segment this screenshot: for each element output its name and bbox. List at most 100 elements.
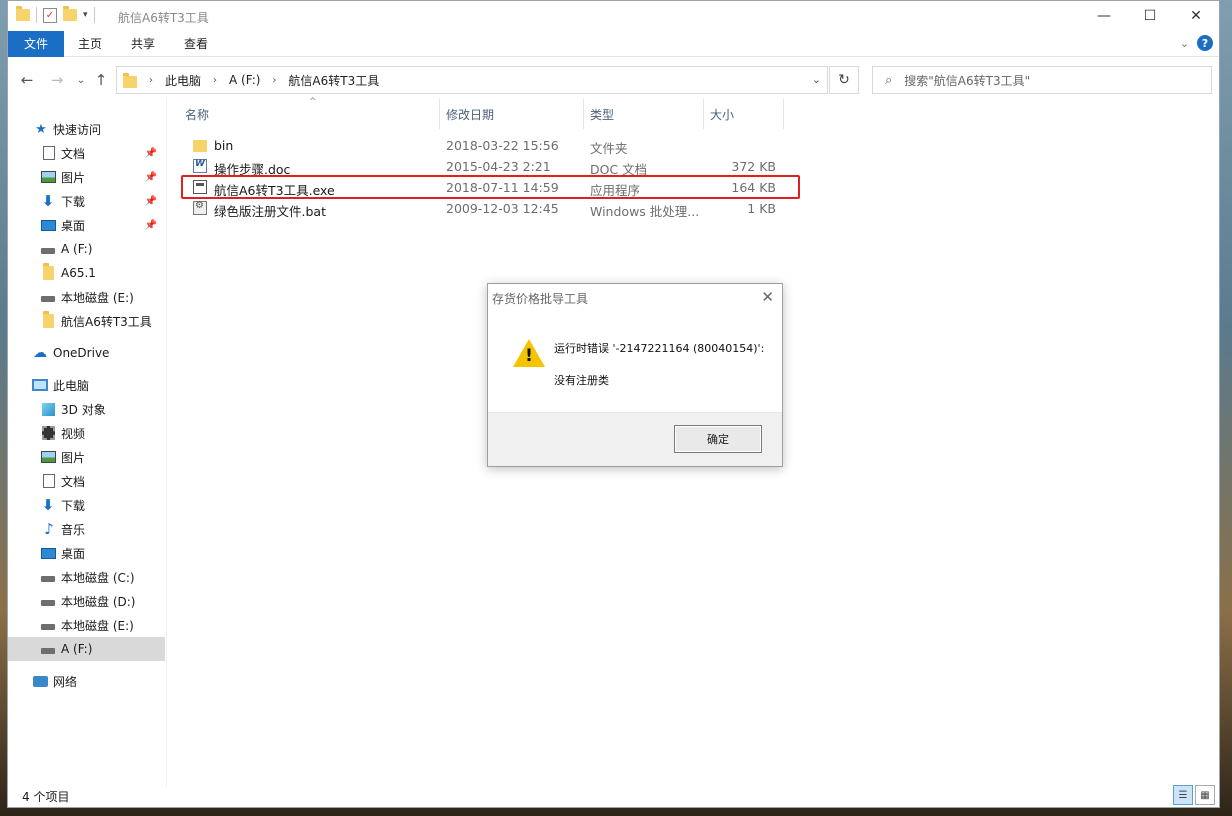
drive-icon	[41, 624, 55, 630]
sidebar-item-label: 视频	[61, 426, 86, 441]
ribbon: 文件 主页 共享 查看 ⌄ ?	[8, 31, 1219, 57]
chevron-right-icon[interactable]: ›	[213, 75, 217, 86]
breadcrumb-this-pc[interactable]: 此电脑	[165, 72, 201, 89]
tab-home[interactable]: 主页	[78, 31, 102, 57]
sidebar-item-label: 文档	[61, 474, 86, 489]
sidebar-item-label: A (F:)	[61, 642, 93, 656]
sidebar-item-network[interactable]: 网络	[8, 669, 165, 693]
cube-icon	[42, 402, 55, 416]
up-arrow-icon[interactable]: ↑	[90, 69, 112, 91]
properties-icon[interactable]: ✓	[43, 7, 57, 23]
status-bar: 4 个项目 ☰ ▦	[8, 785, 1219, 807]
sidebar-item-music[interactable]: ♪ 音乐	[8, 517, 165, 541]
file-modified: 2015-04-23 2:21	[446, 159, 551, 174]
breadcrumb-drive[interactable]: A (F:)	[229, 73, 260, 87]
sidebar-item-label: 图片	[61, 170, 86, 185]
quick-access-toolbar: ✓ ▾	[16, 6, 95, 23]
column-header-size[interactable]: 大小	[710, 97, 734, 131]
table-row[interactable]: 绿色版注册文件.bat 2009-12-03 12:45 Windows 批处理…	[173, 198, 793, 219]
table-row[interactable]: bin 2018-03-22 15:56 文件夹	[173, 135, 793, 156]
video-icon	[42, 426, 55, 440]
dialog-close-button[interactable]: ✕	[761, 288, 774, 306]
pin-icon[interactable]: 📌	[145, 220, 157, 231]
search-placeholder: 搜索"航信A6转T3工具"	[904, 73, 1031, 88]
table-row[interactable]: 操作步骤.doc 2015-04-23 2:21 DOC 文档 372 KB	[173, 156, 793, 177]
sidebar-item-pictures[interactable]: 图片 📌	[8, 165, 165, 189]
sidebar-item-label: 网络	[53, 674, 78, 689]
refresh-button[interactable]: ↻	[829, 66, 859, 94]
search-input[interactable]: ⌕ 搜索"航信A6转T3工具"	[872, 66, 1212, 94]
sidebar-item-documents[interactable]: 文档 📌	[8, 141, 165, 165]
window-title: 航信A6转T3工具	[118, 11, 209, 25]
sidebar-item-drive-f-pc[interactable]: A (F:)	[8, 637, 165, 661]
column-header-type[interactable]: 类型	[590, 97, 614, 131]
sort-ascending-icon: ^	[309, 97, 317, 107]
sidebar-item-drive-d[interactable]: 本地磁盘 (D:)	[8, 589, 165, 613]
customize-toolbar-icon[interactable]: ▾	[83, 10, 88, 20]
word-document-icon	[193, 159, 207, 173]
file-type: Windows 批处理...	[590, 204, 700, 219]
sidebar-item-tool-folder[interactable]: 航信A6转T3工具	[8, 309, 165, 333]
sidebar-item-drive-e-pc[interactable]: 本地磁盘 (E:)	[8, 613, 165, 637]
sidebar-item-a65[interactable]: A65.1	[8, 261, 165, 285]
tab-file[interactable]: 文件	[8, 31, 64, 57]
large-icons-view-icon[interactable]: ▦	[1195, 785, 1215, 805]
sidebar-item-downloads-pc[interactable]: ⬇ 下载	[8, 493, 165, 517]
chevron-down-icon[interactable]: ⌄	[812, 73, 821, 86]
music-icon: ♪	[44, 520, 54, 538]
sidebar-item-drive-c[interactable]: 本地磁盘 (C:)	[8, 565, 165, 589]
ok-button[interactable]: 确定	[674, 425, 762, 453]
sidebar-item-videos[interactable]: 视频	[8, 421, 165, 445]
forward-arrow-icon[interactable]: →	[46, 69, 68, 91]
pin-icon[interactable]: 📌	[145, 148, 157, 159]
sidebar-item-label: 下载	[61, 498, 86, 513]
drive-icon	[41, 600, 55, 606]
pin-icon[interactable]: 📌	[145, 196, 157, 207]
document-icon	[43, 474, 55, 488]
sidebar-item-label: 快速访问	[53, 122, 102, 137]
close-button[interactable]: ✕	[1173, 1, 1219, 31]
network-icon	[33, 675, 48, 687]
chevron-right-icon[interactable]: ›	[272, 75, 276, 86]
warning-icon-mark: !	[525, 346, 533, 366]
new-folder-icon[interactable]	[63, 6, 77, 21]
sidebar-item-label: 本地磁盘 (E:)	[61, 618, 134, 633]
file-modified: 2018-03-22 15:56	[446, 138, 559, 153]
download-icon: ⬇	[41, 496, 55, 514]
column-header-name[interactable]: 名称	[185, 97, 209, 131]
sidebar-item-onedrive[interactable]: ☁ OneDrive	[8, 341, 165, 365]
sidebar-item-downloads[interactable]: ⬇ 下载 📌	[8, 189, 165, 213]
maximize-button[interactable]: ☐	[1127, 1, 1173, 31]
back-arrow-icon[interactable]: ←	[16, 69, 38, 91]
folder-icon	[43, 263, 54, 280]
navigation-bar: ← → ⌄ ↑ › 此电脑 › A (F:) › 航信A6转T3工具 ⌄ ↻ ⌕…	[8, 63, 1219, 97]
sidebar-item-pictures-pc[interactable]: 图片	[8, 445, 165, 469]
sidebar-item-3d-objects[interactable]: 3D 对象	[8, 397, 165, 421]
sidebar-item-desktop-pc[interactable]: 桌面	[8, 541, 165, 565]
sidebar-item-drive-e[interactable]: 本地磁盘 (E:)	[8, 285, 165, 309]
scroll-up-icon[interactable]: ⌃	[1202, 31, 1219, 55]
breadcrumb-folder[interactable]: 航信A6转T3工具	[288, 72, 379, 89]
error-dialog: 存货价格批导工具 ✕ ! 运行时错误 '-2147221164 (8004015…	[487, 283, 783, 467]
tab-share[interactable]: 共享	[131, 31, 155, 57]
highlight-annotation	[181, 175, 800, 199]
computer-icon	[32, 379, 48, 391]
pin-icon[interactable]: 📌	[145, 172, 157, 183]
recent-locations-icon[interactable]: ⌄	[70, 69, 92, 91]
address-bar[interactable]: › 此电脑 › A (F:) › 航信A6转T3工具 ⌄	[116, 66, 828, 94]
chevron-right-icon[interactable]: ›	[149, 75, 153, 86]
minimize-button[interactable]: —	[1081, 1, 1127, 31]
file-modified: 2009-12-03 12:45	[446, 201, 559, 216]
expand-ribbon-icon[interactable]: ⌄	[1180, 37, 1189, 50]
sidebar-item-documents-pc[interactable]: 文档	[8, 469, 165, 493]
sidebar-item-quick-access[interactable]: ★ 快速访问	[8, 117, 165, 141]
sidebar-item-this-pc[interactable]: 此电脑	[8, 373, 165, 397]
file-name: 绿色版注册文件.bat	[214, 204, 326, 219]
tab-view[interactable]: 查看	[184, 31, 208, 57]
sidebar-item-desktop[interactable]: 桌面 📌	[8, 213, 165, 237]
column-header-modified[interactable]: 修改日期	[446, 97, 494, 131]
details-view-icon[interactable]: ☰	[1173, 785, 1193, 805]
drive-icon	[41, 248, 55, 254]
file-size: 372 KB	[731, 159, 776, 174]
sidebar-item-drive-f[interactable]: A (F:)	[8, 237, 165, 261]
